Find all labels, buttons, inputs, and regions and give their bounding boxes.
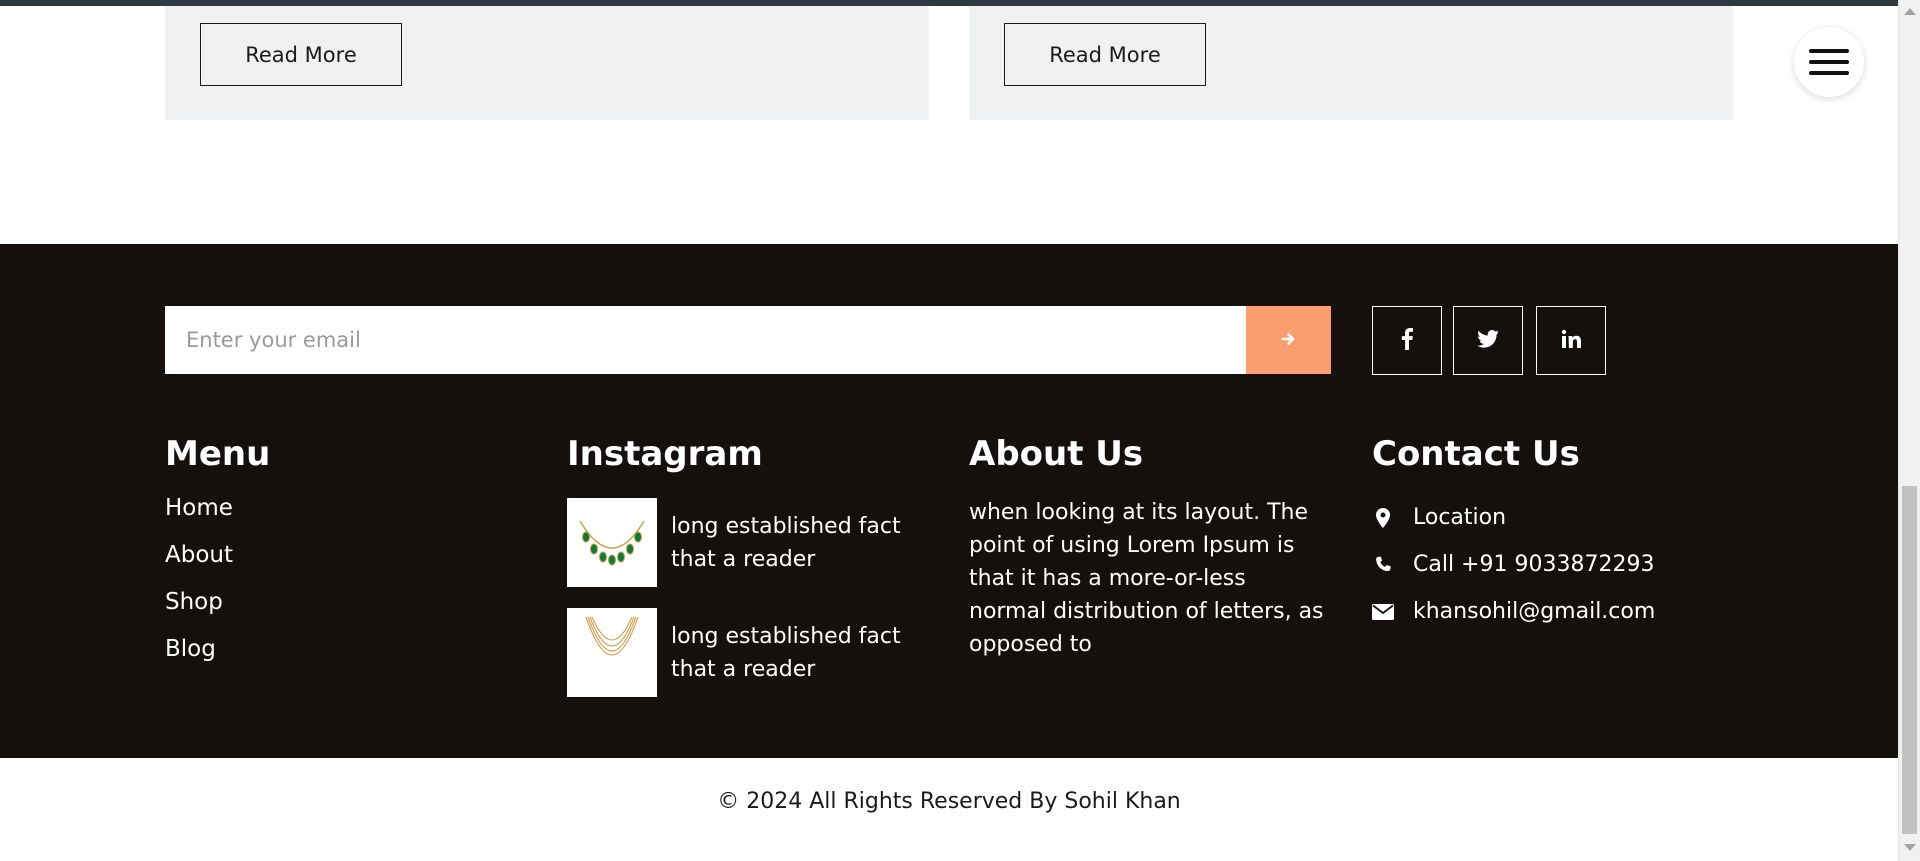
hamburger-line [1809, 60, 1849, 64]
newsletter-email-input[interactable] [165, 306, 1246, 374]
blog-card: Read More [165, 6, 929, 120]
twitter-icon [1477, 329, 1499, 352]
gold-necklace-image [567, 608, 657, 697]
vertical-scrollbar[interactable] [1898, 0, 1920, 861]
about-text: when looking at its layout. The point of… [969, 500, 1324, 657]
instagram-post[interactable]: long established fact that a reader [567, 498, 911, 608]
scroll-down-arrow-icon[interactable] [1904, 844, 1916, 851]
scrollbar-thumb[interactable] [1902, 486, 1917, 834]
instagram-feed: long established fact that a reader long… [567, 498, 911, 718]
hamburger-line [1809, 49, 1849, 53]
contact-location-text: Location [1413, 505, 1507, 530]
contact-phone[interactable]: Call +91 9033872293 [1372, 541, 1655, 588]
menu-link-blog[interactable]: Blog [165, 635, 233, 682]
phone-icon [1372, 554, 1394, 576]
read-more-button[interactable]: Read More [1004, 23, 1206, 86]
hamburger-line [1809, 71, 1849, 75]
facebook-link[interactable] [1372, 306, 1442, 375]
emerald-necklace-image [567, 498, 657, 587]
location-pin-icon [1372, 507, 1394, 529]
scroll-up-arrow-icon[interactable] [1904, 8, 1916, 15]
contact-heading: Contact Us [1372, 434, 1580, 474]
contact-location[interactable]: Location [1372, 494, 1655, 541]
newsletter-submit-button[interactable] [1246, 306, 1331, 374]
hamburger-menu-button[interactable] [1794, 27, 1864, 97]
linkedin-icon [1561, 329, 1581, 353]
envelope-icon [1372, 601, 1394, 623]
read-more-button[interactable]: Read More [200, 23, 402, 86]
instagram-post[interactable]: long established fact that a reader [567, 608, 911, 718]
instagram-heading: Instagram [567, 434, 763, 474]
instagram-post-caption: long established fact that a reader [671, 624, 901, 682]
about-heading: About Us [969, 434, 1144, 474]
facebook-icon [1400, 327, 1414, 354]
arrow-right-icon [1281, 331, 1297, 350]
copyright-text: © 2024 All Rights Reserved By Sohil Khan [717, 789, 1181, 814]
menu-link-about[interactable]: About [165, 541, 233, 588]
instagram-post-caption: long established fact that a reader [671, 514, 901, 572]
contact-phone-text: Call +91 9033872293 [1413, 552, 1655, 577]
menu-link-home[interactable]: Home [165, 494, 233, 541]
footer-menu: Home About Shop Blog [165, 494, 233, 682]
site-footer: Menu Home About Shop Blog Instagram [0, 244, 1898, 758]
menu-link-shop[interactable]: Shop [165, 588, 233, 635]
twitter-link[interactable] [1453, 306, 1523, 375]
blog-card: Read More [969, 6, 1733, 120]
contact-email[interactable]: khansohil@gmail.com [1372, 588, 1655, 635]
menu-heading: Menu [165, 434, 271, 474]
linkedin-link[interactable] [1536, 306, 1606, 375]
contact-list: Location Call +91 9033872293 khansohil@g… [1372, 494, 1655, 635]
contact-email-text: khansohil@gmail.com [1413, 599, 1656, 624]
